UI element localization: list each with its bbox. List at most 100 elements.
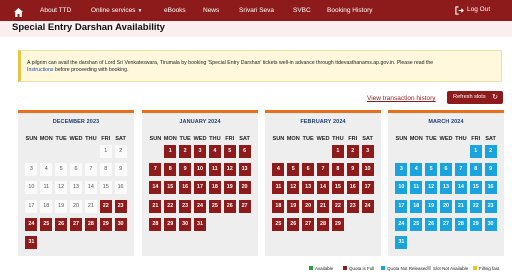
calendar-day[interactable]: 2 xyxy=(179,145,192,158)
calendar-day[interactable]: 27 xyxy=(302,217,315,231)
calendar-day[interactable]: 25 xyxy=(40,217,53,231)
calendar-day[interactable]: 17 xyxy=(361,181,374,195)
calendar-day[interactable]: 20 xyxy=(302,199,315,213)
calendar-day[interactable]: 19 xyxy=(287,199,300,213)
calendar-day[interactable]: 14 xyxy=(149,181,162,195)
calendar-day[interactable]: 10 xyxy=(194,163,206,177)
calendar-day[interactable]: 4 xyxy=(272,163,285,177)
calendar-day[interactable]: 26 xyxy=(55,217,68,231)
nav-online-services[interactable]: Online services ▼ xyxy=(91,7,142,15)
calendar-day[interactable]: 4 xyxy=(208,145,221,158)
calendar-day[interactable]: 26 xyxy=(425,217,438,231)
calendar-day[interactable]: 3 xyxy=(194,145,206,158)
instructions-link[interactable]: Instructions xyxy=(27,67,54,73)
calendar-day[interactable]: 22 xyxy=(164,199,177,213)
calendar-day[interactable]: 3 xyxy=(361,145,374,158)
logout-button[interactable]: Log Out xyxy=(455,5,490,15)
calendar-day[interactable]: 28 xyxy=(454,217,467,231)
calendar-day[interactable]: 6 xyxy=(440,163,452,177)
calendar-day[interactable]: 15 xyxy=(331,181,344,195)
calendar-day[interactable]: 14 xyxy=(317,181,329,195)
calendar-day[interactable]: 27 xyxy=(238,199,251,213)
calendar-day[interactable]: 9 xyxy=(179,163,192,177)
calendar-day[interactable]: 1 xyxy=(469,145,482,158)
calendar-day[interactable]: 5 xyxy=(223,145,236,158)
calendar-day[interactable]: 18 xyxy=(208,181,221,195)
calendar-day[interactable]: 3 xyxy=(395,163,408,177)
calendar-day[interactable]: 24 xyxy=(25,217,38,231)
calendar-day[interactable]: 29 xyxy=(331,217,344,231)
calendar-day[interactable]: 23 xyxy=(484,199,497,213)
calendar-day[interactable]: 22 xyxy=(469,199,482,213)
calendar-day[interactable]: 26 xyxy=(287,217,300,231)
calendar-day[interactable]: 8 xyxy=(469,163,482,177)
calendar-day[interactable]: 23 xyxy=(346,199,359,213)
calendar-day[interactable]: 11 xyxy=(272,181,285,195)
calendar-day[interactable]: 6 xyxy=(238,145,251,158)
calendar-day[interactable]: 21 xyxy=(317,199,329,213)
calendar-day[interactable]: 15 xyxy=(164,181,177,195)
home-icon[interactable] xyxy=(13,5,24,17)
calendar-day[interactable]: 31 xyxy=(395,236,408,249)
calendar-day[interactable]: 17 xyxy=(395,199,408,213)
calendar-day[interactable]: 9 xyxy=(346,163,359,177)
calendar-day[interactable]: 7 xyxy=(454,163,467,177)
calendar-day[interactable]: 15 xyxy=(469,181,482,195)
calendar-day[interactable]: 25 xyxy=(208,199,221,213)
calendar-day[interactable]: 19 xyxy=(223,181,236,195)
calendar-day[interactable]: 1 xyxy=(164,145,177,158)
refresh-slots-button[interactable]: Refresh slots ↻ xyxy=(447,91,503,104)
calendar-day[interactable]: 19 xyxy=(425,199,438,213)
calendar-day[interactable]: 6 xyxy=(302,163,315,177)
calendar-day[interactable]: 27 xyxy=(70,217,82,231)
calendar-day[interactable]: 30 xyxy=(484,217,497,231)
calendar-day[interactable]: 13 xyxy=(440,181,452,195)
calendar-day[interactable]: 13 xyxy=(302,181,315,195)
calendar-day[interactable]: 31 xyxy=(25,236,38,249)
calendar-day[interactable]: 21 xyxy=(454,199,467,213)
calendar-day[interactable]: 20 xyxy=(440,199,452,213)
calendar-day[interactable]: 16 xyxy=(346,181,359,195)
calendar-day[interactable]: 10 xyxy=(395,181,408,195)
calendar-day[interactable]: 12 xyxy=(425,181,438,195)
calendar-day[interactable]: 16 xyxy=(484,181,497,195)
calendar-day[interactable]: 8 xyxy=(164,163,177,177)
calendar-day[interactable]: 29 xyxy=(164,217,177,231)
calendar-day[interactable]: 18 xyxy=(410,199,423,213)
calendar-day[interactable]: 24 xyxy=(361,199,374,213)
calendar-day[interactable]: 7 xyxy=(149,163,162,177)
calendar-day[interactable]: 18 xyxy=(272,199,285,213)
calendar-day[interactable]: 24 xyxy=(395,217,408,231)
calendar-day[interactable]: 13 xyxy=(238,163,251,177)
nav-about-ttd[interactable]: About TTD xyxy=(40,7,71,15)
calendar-day[interactable]: 29 xyxy=(99,217,112,231)
calendar-day[interactable]: 12 xyxy=(287,181,300,195)
calendar-day[interactable]: 5 xyxy=(425,163,438,177)
calendar-day[interactable]: 24 xyxy=(194,199,206,213)
calendar-day[interactable]: 16 xyxy=(179,181,192,195)
calendar-day[interactable]: 25 xyxy=(410,217,423,231)
calendar-day[interactable]: 10 xyxy=(361,163,374,177)
calendar-day[interactable]: 1 xyxy=(331,145,344,158)
calendar-day[interactable]: 21 xyxy=(149,199,162,213)
calendar-day[interactable]: 8 xyxy=(331,163,344,177)
calendar-day[interactable]: 12 xyxy=(223,163,236,177)
calendar-day[interactable]: 2 xyxy=(346,145,359,158)
calendar-day[interactable]: 27 xyxy=(440,217,452,231)
calendar-day[interactable]: 31 xyxy=(194,217,206,231)
calendar-day[interactable]: 28 xyxy=(317,217,329,231)
calendar-day[interactable]: 4 xyxy=(410,163,423,177)
calendar-day[interactable]: 23 xyxy=(114,199,127,213)
calendar-day[interactable]: 11 xyxy=(208,163,221,177)
calendar-day[interactable]: 11 xyxy=(410,181,423,195)
calendar-day[interactable]: 28 xyxy=(149,217,162,231)
view-transaction-history-link[interactable]: View transaction history xyxy=(367,95,436,102)
nav-srivari-seva[interactable]: Srivari Seva xyxy=(239,7,274,15)
calendar-day[interactable]: 9 xyxy=(484,163,497,177)
calendar-day[interactable]: 5 xyxy=(287,163,300,177)
calendar-day[interactable]: 30 xyxy=(179,217,192,231)
calendar-day[interactable]: 26 xyxy=(223,199,236,213)
calendar-day[interactable]: 23 xyxy=(179,199,192,213)
calendar-day[interactable]: 30 xyxy=(114,217,127,231)
calendar-day[interactable]: 29 xyxy=(469,217,482,231)
